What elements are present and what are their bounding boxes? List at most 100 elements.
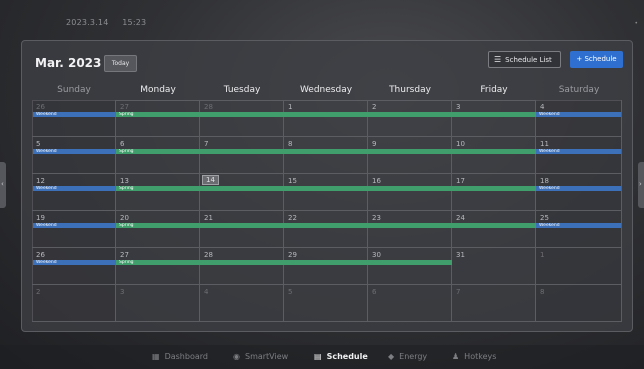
day-cell[interactable]: 7 xyxy=(452,285,536,322)
weekend-event-bar[interactable]: Weekend xyxy=(33,149,116,154)
nav-item-energy[interactable]: ◆ Energy xyxy=(388,352,427,361)
day-cell[interactable]: 3 xyxy=(116,285,200,322)
more-icon[interactable]: • xyxy=(634,20,638,27)
day-cell[interactable]: 26 xyxy=(32,100,116,137)
weekday-tuesday: Tuesday xyxy=(223,85,261,95)
day-cell[interactable]: 7 xyxy=(200,137,284,174)
day-cell[interactable]: 22 xyxy=(284,211,368,248)
weekend-event-bar[interactable]: Weekend xyxy=(33,112,116,117)
nav-item-label: Energy xyxy=(399,352,428,361)
date-number: 7 xyxy=(456,288,461,296)
nav-item-dashboard[interactable]: ▦ Dashboard xyxy=(152,352,208,361)
day-cell[interactable]: 14 xyxy=(200,174,284,211)
day-cell[interactable]: 16 xyxy=(368,174,452,211)
weekday-friday: Friday xyxy=(480,85,508,95)
date-number: 26 xyxy=(36,103,45,111)
weekend-event-bar[interactable]: Weekend xyxy=(33,186,116,191)
day-cell[interactable]: 23 xyxy=(368,211,452,248)
day-cell[interactable]: 3 xyxy=(452,100,536,137)
date-number: 21 xyxy=(204,214,213,222)
date-number: 5 xyxy=(36,140,41,148)
weekend-event-bar[interactable]: Weekend xyxy=(33,260,116,265)
date-number: 28 xyxy=(204,251,213,259)
weekday-wednesday: Wednesday xyxy=(299,85,353,95)
date-number: 13 xyxy=(120,177,129,185)
top-status-bar: 2023.3.14 15:23 • xyxy=(0,0,644,36)
day-cell[interactable]: 28 xyxy=(200,100,284,137)
spring-event-bar[interactable]: Spring xyxy=(116,186,536,191)
day-cell[interactable]: 12 xyxy=(32,174,116,211)
day-cell[interactable]: 9 xyxy=(368,137,452,174)
date-number: 22 xyxy=(288,214,297,222)
day-cell[interactable]: 2 xyxy=(368,100,452,137)
weekday-sunday: Sunday xyxy=(57,85,91,95)
date-number: 7 xyxy=(204,140,209,148)
day-cell[interactable]: 6 xyxy=(116,137,200,174)
date-number: 26 xyxy=(36,251,45,259)
day-cell[interactable]: 27 xyxy=(116,100,200,137)
add-schedule-button[interactable]: + Schedule xyxy=(570,51,623,68)
date-number: 6 xyxy=(120,140,125,148)
date-number: 31 xyxy=(456,251,465,259)
day-cell[interactable]: 15 xyxy=(284,174,368,211)
day-cell[interactable]: 18 xyxy=(536,174,622,211)
date-number: 18 xyxy=(540,177,549,185)
date-number: 3 xyxy=(120,288,125,296)
date-number: 2 xyxy=(372,103,377,111)
nav-item-schedule[interactable]: ▤ Schedule xyxy=(314,352,368,361)
day-cell[interactable]: 24 xyxy=(452,211,536,248)
day-cell[interactable]: 4 xyxy=(200,285,284,322)
spring-event-bar[interactable]: Spring xyxy=(116,260,452,265)
weekend-event-bar[interactable]: Weekend xyxy=(536,186,621,191)
weekend-event-bar[interactable]: Weekend xyxy=(536,149,621,154)
day-cell[interactable]: 8 xyxy=(284,137,368,174)
left-drawer-handle[interactable]: ‹ xyxy=(0,162,6,208)
day-cell[interactable]: 25 xyxy=(536,211,622,248)
weekend-event-bar[interactable]: Weekend xyxy=(536,112,621,117)
day-cell[interactable]: 19 xyxy=(32,211,116,248)
spring-event-bar[interactable]: Spring xyxy=(116,223,536,228)
day-cell[interactable]: 1 xyxy=(284,100,368,137)
weekday-monday: Monday xyxy=(140,85,176,95)
right-drawer-handle[interactable]: › xyxy=(638,162,644,208)
nav-item-smartview[interactable]: ◉ SmartView xyxy=(233,352,288,361)
day-cell[interactable]: 11 xyxy=(536,137,622,174)
day-cell[interactable]: 10 xyxy=(452,137,536,174)
day-cell[interactable]: 30 xyxy=(368,248,452,285)
day-cell[interactable]: 26 xyxy=(32,248,116,285)
day-cell[interactable]: 6 xyxy=(368,285,452,322)
spring-event-bar[interactable]: Spring xyxy=(116,112,536,117)
nav-item-hotkeys[interactable]: ♟ Hotkeys xyxy=(452,352,496,361)
date-number: 20 xyxy=(120,214,129,222)
chevron-left-icon: ‹ xyxy=(1,180,4,188)
day-cell[interactable]: 4 xyxy=(536,100,622,137)
month-title: Mar. 2023 xyxy=(35,56,102,70)
day-cell[interactable]: 31 xyxy=(452,248,536,285)
date-number: 17 xyxy=(456,177,465,185)
schedule-list-button[interactable]: ☰ Schedule List xyxy=(488,51,561,68)
day-cell[interactable]: 17 xyxy=(452,174,536,211)
today-date-number: 14 xyxy=(202,175,219,185)
date-number: 27 xyxy=(120,251,129,259)
schedule-icon: ▤ xyxy=(314,352,322,361)
day-cell[interactable]: 13 xyxy=(116,174,200,211)
date-number: 5 xyxy=(288,288,293,296)
calendar-grid: 26 27 28 1 2 3 4 5 6 7 8 9 10 11 12 13 14 15 16 17 18 19 20 21 2… xyxy=(32,100,622,322)
day-cell[interactable]: 29 xyxy=(284,248,368,285)
day-cell[interactable]: 5 xyxy=(32,137,116,174)
day-cell[interactable]: 1 xyxy=(536,248,622,285)
day-cell[interactable]: 21 xyxy=(200,211,284,248)
day-cell[interactable]: 27 xyxy=(116,248,200,285)
day-cell[interactable]: 5 xyxy=(284,285,368,322)
weekend-event-bar[interactable]: Weekend xyxy=(33,223,116,228)
today-button[interactable]: Today xyxy=(104,55,137,72)
date-number: 9 xyxy=(372,140,377,148)
day-cell[interactable]: 20 xyxy=(116,211,200,248)
day-cell[interactable]: 28 xyxy=(200,248,284,285)
spring-event-bar[interactable]: Spring xyxy=(116,149,536,154)
day-cell[interactable]: 2 xyxy=(32,285,116,322)
bottom-navigation: ▦ Dashboard ◉ SmartView ▤ Schedule ◆ Energy ♟ Hot… xyxy=(0,345,644,369)
day-cell[interactable]: 8 xyxy=(536,285,622,322)
hotkeys-icon: ♟ xyxy=(452,352,460,361)
weekend-event-bar[interactable]: Weekend xyxy=(536,223,621,228)
